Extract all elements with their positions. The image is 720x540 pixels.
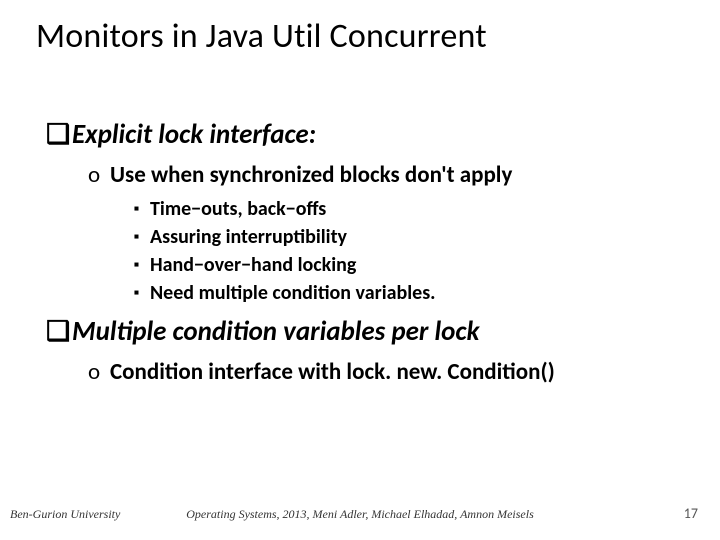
footer: Ben-Gurion University Operating Systems,… — [0, 502, 720, 522]
l2-group: oUse when synchronized blocks don't appl… — [88, 161, 700, 189]
bullet-text: Time−outs, back−offs — [150, 197, 326, 221]
bullet-text: Use when synchronized blocks don't apply — [110, 161, 512, 189]
box-icon: ❑ — [46, 315, 72, 348]
bullet-l2: oUse when synchronized blocks don't appl… — [88, 161, 700, 189]
slide: Monitors in Java Util Concurrent ❑Explic… — [0, 0, 720, 540]
bullet-text: Need multiple condition variables. — [150, 281, 436, 305]
bullet-text: Multiple condition variables per lock — [72, 315, 479, 348]
footer-center: Operating Systems, 2013, Meni Adler, Mic… — [0, 507, 720, 522]
square-icon: ▪ — [134, 256, 150, 273]
l3-group: ▪Time−outs, back−offs ▪Assuring interrup… — [134, 197, 700, 305]
box-icon: ❑ — [46, 118, 72, 151]
square-icon: ▪ — [134, 284, 150, 301]
bullet-text: Condition interface with lock. new. Cond… — [110, 358, 555, 386]
bullet-l3: ▪Need multiple condition variables. — [134, 281, 700, 305]
bullet-l3: ▪Assuring interruptibility — [134, 225, 700, 249]
circle-icon: o — [88, 161, 110, 189]
bullet-l3: ▪Hand−over−hand locking — [134, 253, 700, 277]
bullet-text: Assuring interruptibility — [150, 225, 347, 249]
slide-title: Monitors in Java Util Concurrent — [36, 16, 700, 57]
bullet-text: Hand−over−hand locking — [150, 253, 356, 277]
square-icon: ▪ — [134, 228, 150, 245]
bullet-l2: oCondition interface with lock. new. Con… — [88, 358, 700, 386]
bullet-l1: ❑Explicit lock interface: — [46, 118, 700, 151]
square-icon: ▪ — [134, 200, 150, 217]
bullet-l3: ▪Time−outs, back−offs — [134, 197, 700, 221]
circle-icon: o — [88, 358, 110, 386]
slide-body: ❑Explicit lock interface: oUse when sync… — [46, 118, 700, 394]
l2-group: oCondition interface with lock. new. Con… — [88, 358, 700, 386]
bullet-l1: ❑Multiple condition variables per lock — [46, 315, 700, 348]
page-number: 17 — [684, 505, 698, 522]
bullet-text: Explicit lock interface: — [72, 118, 316, 151]
